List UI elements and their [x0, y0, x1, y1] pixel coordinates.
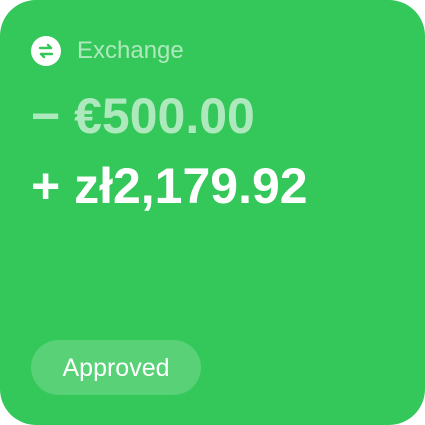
debit-amount: − €500.00 — [31, 88, 255, 144]
status-label: Approved — [62, 353, 170, 382]
credit-amount: + zł2,179.92 — [31, 158, 308, 214]
card-header: Exchange — [31, 36, 184, 66]
transaction-type-label: Exchange — [77, 37, 184, 64]
exchange-arrows-icon — [31, 36, 61, 66]
exchange-transaction-card[interactable]: Exchange − €500.00 + zł2,179.92 Approved — [0, 0, 425, 425]
status-badge: Approved — [31, 340, 201, 395]
